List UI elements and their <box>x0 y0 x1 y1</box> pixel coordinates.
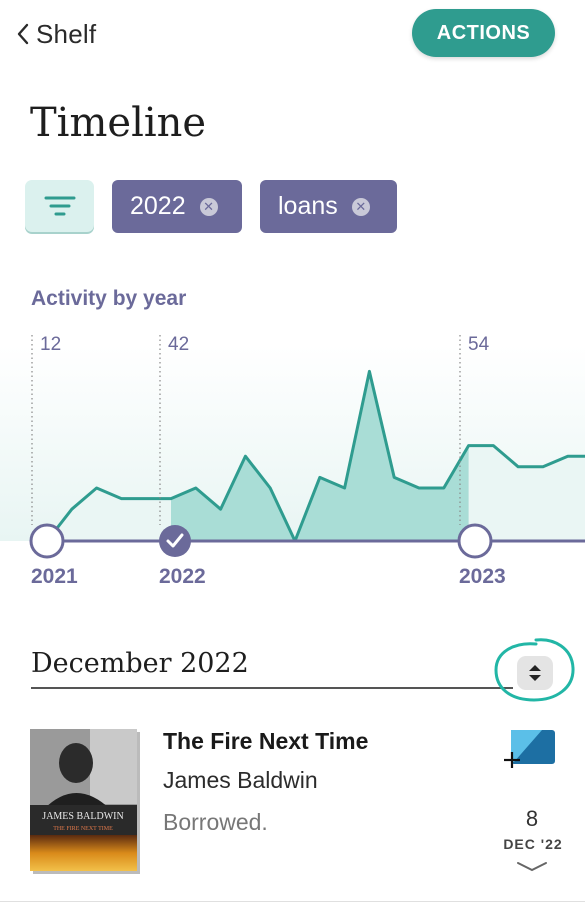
year-count-label: 54 <box>468 334 490 355</box>
year-marker[interactable] <box>29 523 65 559</box>
chart-title: Activity by year <box>31 287 187 310</box>
filter-button[interactable] <box>25 180 94 232</box>
filter-lines-icon <box>44 196 75 216</box>
close-icon[interactable]: ✕ <box>351 197 370 216</box>
close-icon[interactable]: ✕ <box>199 197 218 216</box>
back-button[interactable]: Shelf <box>16 14 96 54</box>
filter-chip-label: 2022 <box>130 192 186 220</box>
date-month: DEC '22 <box>503 836 563 852</box>
chevron-left-icon <box>17 23 29 45</box>
year-axis-label[interactable]: 2021 <box>31 565 78 588</box>
activity-chart[interactable]: 12 42 54 2021 2022 2023 <box>0 325 585 600</box>
cover-author: JAMES BALDWIN <box>42 811 123 822</box>
year-count-label: 12 <box>40 334 61 355</box>
book-status: Borrowed. <box>163 809 268 835</box>
year-count-label: 42 <box>168 334 189 355</box>
date-day: 8 <box>525 806 539 831</box>
chevron-down-icon[interactable] <box>516 860 548 874</box>
filter-chip-label: loans <box>278 192 338 220</box>
book-title[interactable]: The Fire Next Time <box>163 728 368 755</box>
year-axis-label[interactable]: 2023 <box>459 565 506 588</box>
filter-chip-year[interactable]: 2022 ✕ <box>112 180 242 233</box>
year-axis-label[interactable]: 2022 <box>159 565 206 588</box>
month-heading: December 2022 <box>31 648 249 679</box>
add-to-list-icon[interactable] <box>502 728 558 770</box>
book-cover[interactable]: JAMES BALDWIN THE FIRE NEXT TIME <box>30 729 137 871</box>
sort-toggle-icon <box>529 665 541 681</box>
page-title: Timeline <box>30 100 207 146</box>
actions-button[interactable]: ACTIONS <box>412 9 555 57</box>
year-marker-selected[interactable] <box>159 525 191 557</box>
sort-toggle-button[interactable] <box>517 656 553 690</box>
list-divider <box>0 901 585 902</box>
month-divider <box>31 687 513 689</box>
book-author: James Baldwin <box>163 767 318 793</box>
filter-chip-type[interactable]: loans ✕ <box>260 180 397 233</box>
back-label: Shelf <box>36 18 97 49</box>
year-marker[interactable] <box>457 523 493 559</box>
cover-title: THE FIRE NEXT TIME <box>53 826 113 832</box>
